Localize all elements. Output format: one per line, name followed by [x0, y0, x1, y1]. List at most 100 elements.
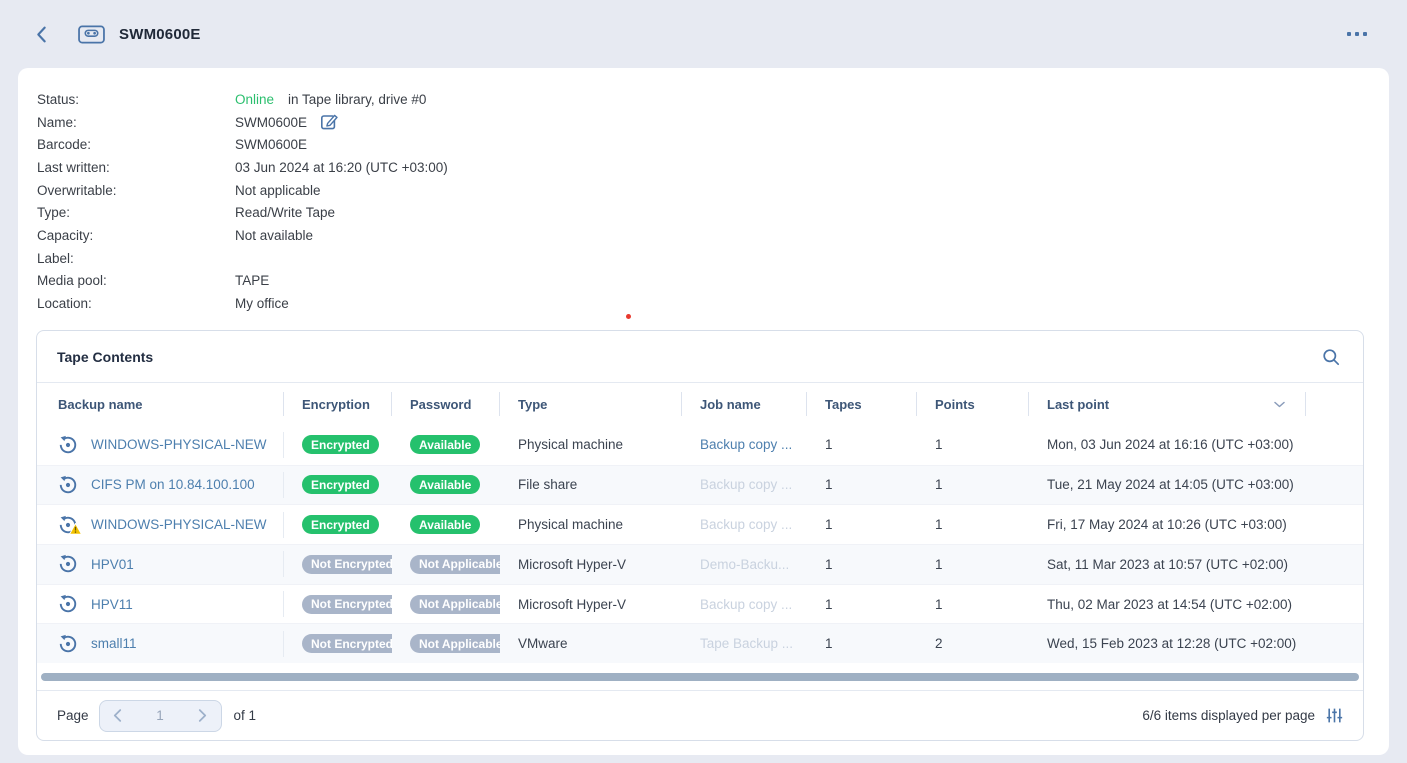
job-name-muted: Demo-Backu... [700, 557, 789, 572]
encryption-badge: Encrypted [302, 435, 379, 454]
restore-point-icon [58, 554, 78, 574]
location-value: My office [235, 296, 289, 311]
media-pool-value: TAPE [235, 273, 269, 288]
chevron-left-icon [36, 26, 47, 43]
backup-name-link[interactable]: CIFS PM on 10.84.100.100 [91, 477, 255, 492]
job-name-muted: Tape Backup ... [700, 636, 793, 651]
horizontal-scrollbar-track [37, 663, 1363, 690]
last-written-value: 03 Jun 2024 at 16:20 (UTC +03:00) [235, 160, 448, 175]
search-icon [1321, 347, 1341, 367]
sort-descending-icon [1274, 401, 1305, 408]
detail-label: Status: [37, 92, 235, 107]
tape-name-value: SWM0600E [235, 115, 307, 130]
last-point-cell: Sat, 11 Mar 2023 at 10:57 (UTC +02:00) [1029, 557, 1306, 572]
column-header-job-name[interactable]: Job name [682, 392, 807, 416]
tapes-cell: 1 [807, 517, 917, 532]
column-header-backup-name[interactable]: Backup name [37, 392, 284, 416]
table-row[interactable]: small11 Not Encrypted.. Not Applicable. … [37, 623, 1363, 663]
password-badge: Available [410, 435, 480, 454]
column-header-points[interactable]: Points [917, 392, 1029, 416]
search-button[interactable] [1319, 345, 1343, 369]
job-name-muted: Backup copy ... [700, 597, 792, 612]
backup-type-cell: VMware [500, 636, 682, 651]
backup-type-cell: File share [500, 477, 682, 492]
backup-name-link[interactable]: small11 [91, 636, 137, 651]
last-point-cell: Thu, 02 Mar 2023 at 14:54 (UTC +02:00) [1029, 597, 1306, 612]
restore-point-icon [58, 634, 78, 654]
tape-contents-header: Tape Contents [37, 331, 1363, 383]
tape-contents-panel: Tape Contents Backup name Encryption Pas… [36, 330, 1364, 741]
detail-row-barcode: Barcode: SWM0600E [37, 133, 1389, 156]
table-row[interactable]: WINDOWS-PHYSICAL-NEW Encrypted Available… [37, 504, 1363, 544]
backup-type-cell: Physical machine [500, 517, 682, 532]
sliders-icon [1326, 707, 1343, 724]
backup-name-link[interactable]: WINDOWS-PHYSICAL-NEW [91, 437, 267, 452]
points-cell: 1 [917, 477, 1029, 492]
column-settings-button[interactable] [1325, 707, 1343, 725]
column-header-last-point[interactable]: Last point [1029, 392, 1306, 416]
page-title: SWM0600E [119, 26, 201, 43]
more-actions-button[interactable] [1345, 26, 1369, 42]
table-row[interactable]: CIFS PM on 10.84.100.100 Encrypted Avail… [37, 465, 1363, 505]
capacity-value: Not available [235, 228, 313, 243]
job-name-link[interactable]: Backup copy ... [700, 437, 792, 452]
cursor-dot [626, 314, 631, 319]
detail-row-overwritable: Overwritable: Not applicable [37, 179, 1389, 202]
last-point-cell: Tue, 21 May 2024 at 14:05 (UTC +03:00) [1029, 477, 1306, 492]
job-name-muted: Backup copy ... [700, 517, 792, 532]
table-row[interactable]: WINDOWS-PHYSICAL-NEW Encrypted Available… [37, 425, 1363, 465]
backup-type-cell: Microsoft Hyper-V [500, 597, 682, 612]
last-point-cell: Wed, 15 Feb 2023 at 12:28 (UTC +02:00) [1029, 636, 1306, 651]
pagination-control: 1 [99, 700, 222, 732]
restore-point-icon [58, 594, 78, 614]
chevron-right-icon [198, 709, 207, 722]
password-badge: Not Applicable [410, 555, 500, 574]
table-row[interactable]: HPV01 Not Encrypted.. Not Applicable. Mi… [37, 544, 1363, 584]
overwritable-value: Not applicable [235, 183, 321, 198]
edit-name-button[interactable] [319, 112, 339, 132]
points-cell: 2 [917, 636, 1029, 651]
detail-row-capacity: Capacity: Not available [37, 224, 1389, 247]
tapes-cell: 1 [807, 557, 917, 572]
points-cell: 1 [917, 597, 1029, 612]
encryption-badge: Not Encrypted [302, 595, 392, 614]
column-header-password[interactable]: Password [392, 392, 500, 416]
tapes-cell: 1 [807, 437, 917, 452]
password-badge: Not Applicable [410, 595, 500, 614]
column-header-tapes[interactable]: Tapes [807, 392, 917, 416]
backup-name-link[interactable]: WINDOWS-PHYSICAL-NEW [91, 517, 267, 532]
horizontal-scrollbar-thumb[interactable] [41, 673, 1359, 681]
restore-point-icon [58, 435, 78, 455]
encryption-badge: Not Encrypted [302, 555, 392, 574]
tapes-cell: 1 [807, 477, 917, 492]
backup-name-link[interactable]: HPV11 [91, 597, 133, 612]
page-label: Page [57, 708, 89, 723]
detail-row-location: Location: My office [37, 292, 1389, 315]
next-page-button[interactable] [185, 701, 221, 731]
page-number-field[interactable]: 1 [136, 708, 185, 723]
password-badge: Available [410, 515, 480, 534]
tapes-cell: 1 [807, 636, 917, 651]
tapes-cell: 1 [807, 597, 917, 612]
top-bar: SWM0600E [0, 0, 1407, 68]
detail-row-type: Type: Read/Write Tape [37, 201, 1389, 224]
table-row[interactable]: HPV11 Not Encrypted.. Not Applicable. Mi… [37, 584, 1363, 624]
points-cell: 1 [917, 517, 1029, 532]
points-cell: 1 [917, 557, 1029, 572]
column-header-type[interactable]: Type [500, 392, 682, 416]
points-cell: 1 [917, 437, 1029, 452]
back-button[interactable] [36, 25, 50, 43]
previous-page-button[interactable] [100, 701, 136, 731]
table-header-row: Backup name Encryption Password Type Job… [37, 383, 1363, 425]
type-value: Read/Write Tape [235, 205, 335, 220]
detail-row-label: Label: [37, 247, 1389, 270]
password-badge: Available [410, 475, 480, 494]
edit-pencil-icon [319, 112, 339, 132]
backup-type-cell: Physical machine [500, 437, 682, 452]
warning-triangle-icon [69, 523, 82, 538]
status-online-text: Online [235, 92, 274, 107]
column-header-encryption[interactable]: Encryption [284, 392, 392, 416]
encryption-badge: Not Encrypted [302, 634, 392, 653]
backup-name-link[interactable]: HPV01 [91, 557, 134, 572]
encryption-badge: Encrypted [302, 515, 379, 534]
